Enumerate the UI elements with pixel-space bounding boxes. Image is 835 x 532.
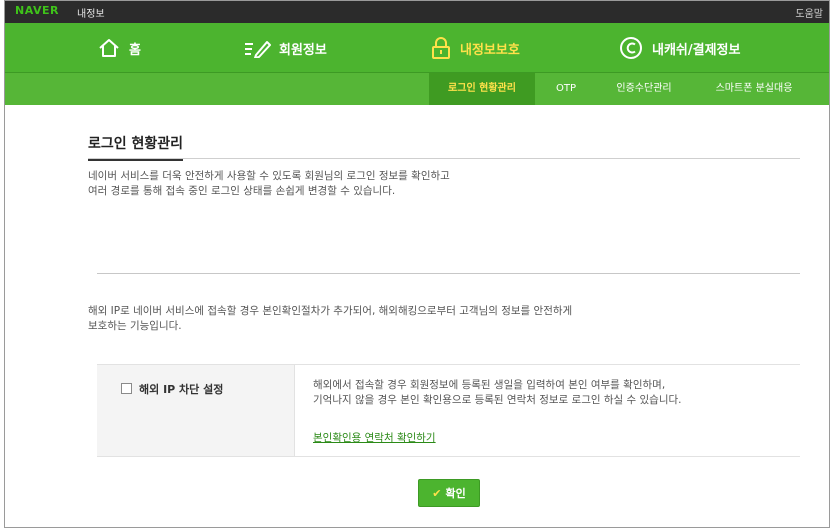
sub-nav: 로그인 현황관리 OTP 인증수단관리 스마트폰 분실대응 bbox=[5, 73, 829, 105]
confirm-label: 확인 bbox=[445, 487, 466, 500]
page-description: 네이버 서비스를 더욱 안전하게 사용할 수 있도록 회원님의 로그인 정보를 … bbox=[88, 169, 788, 199]
main-nav: 홈 회원정보 내정보보호 내캐쉬/결제정보 bbox=[5, 23, 829, 73]
nav-label: 홈 bbox=[129, 42, 141, 58]
setting-label-cell: 해외 IP 차단 설정 bbox=[97, 365, 295, 456]
nav-item-home[interactable]: 홈 bbox=[97, 23, 141, 73]
description-line: 기억나지 않을 경우 본인 확인용으로 등록된 연락처 정보로 로그인 하실 수… bbox=[313, 394, 682, 406]
nav-label: 내캐쉬/결제정보 bbox=[652, 42, 741, 58]
setting-description: 해외에서 접속할 경우 회원정보에 등록된 생일을 입력하여 본인 여부를 확인… bbox=[313, 378, 798, 408]
top-bar: NAVER 내정보 도움말 bbox=[5, 1, 829, 23]
title-divider bbox=[88, 158, 800, 159]
check-icon: ✔ bbox=[432, 486, 442, 500]
page-title: 로그인 현황관리 bbox=[88, 133, 184, 161]
browser-frame: NAVER 내정보 도움말 홈 회원정보 내정보보호 내캐쉬/결제정보 로그인 … bbox=[4, 0, 830, 528]
nav-label: 내정보보호 bbox=[460, 42, 520, 58]
description-line: 해외에서 접속할 경우 회원정보에 등록된 생일을 입력하여 본인 여부를 확인… bbox=[313, 379, 666, 391]
description-line: 해외 IP로 네이버 서비스에 접속할 경우 본인확인절차가 추가되어, 해외해… bbox=[88, 305, 573, 317]
pencil-icon bbox=[245, 41, 271, 58]
subnav-login-status[interactable]: 로그인 현황관리 bbox=[429, 73, 535, 105]
overseas-description: 해외 IP로 네이버 서비스에 접속할 경우 본인확인절차가 추가되어, 해외해… bbox=[88, 304, 788, 334]
naver-logo[interactable]: NAVER bbox=[15, 4, 59, 17]
overseas-ip-block-checkbox[interactable] bbox=[121, 383, 132, 394]
check-contact-link[interactable]: 본인확인용 연락처 확인하기 bbox=[313, 430, 436, 445]
subnav-phone-lost[interactable]: 스마트폰 분실대응 bbox=[701, 73, 807, 105]
lock-icon bbox=[432, 37, 450, 59]
section-divider bbox=[97, 273, 800, 274]
nav-label: 회원정보 bbox=[279, 42, 327, 58]
home-icon bbox=[99, 39, 119, 57]
service-title[interactable]: 내정보 bbox=[77, 5, 105, 20]
subnav-auth-methods[interactable]: 인증수단관리 bbox=[601, 73, 687, 105]
confirm-button[interactable]: ✔ 확인 bbox=[418, 479, 480, 507]
copyright-icon bbox=[620, 37, 642, 59]
description-line: 네이버 서비스를 더욱 안전하게 사용할 수 있도록 회원님의 로그인 정보를 … bbox=[88, 170, 450, 182]
description-line: 보호하는 기능입니다. bbox=[88, 320, 182, 332]
nav-item-info-protection[interactable]: 내정보보호 bbox=[430, 23, 520, 73]
nav-item-member-info[interactable]: 회원정보 bbox=[243, 23, 327, 73]
subnav-otp[interactable]: OTP bbox=[545, 73, 587, 105]
description-line: 여러 경로를 통해 접속 중인 로그인 상태를 손쉽게 변경할 수 있습니다. bbox=[88, 185, 396, 197]
help-link[interactable]: 도움말 bbox=[795, 5, 823, 20]
nav-item-cash-payment[interactable]: 내캐쉬/결제정보 bbox=[618, 23, 740, 73]
overseas-ip-setting: 해외 IP 차단 설정 해외에서 접속할 경우 회원정보에 등록된 생일을 입력… bbox=[97, 364, 800, 457]
setting-label[interactable]: 해외 IP 차단 설정 bbox=[139, 381, 223, 397]
